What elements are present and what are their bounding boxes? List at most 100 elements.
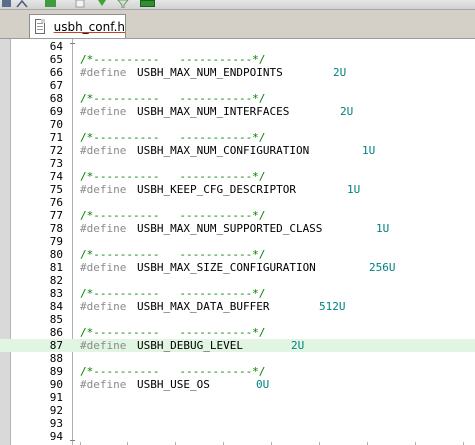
code-comment: /*---------- -----------*/ — [80, 326, 266, 339]
code-line[interactable]: 83 /*---------- -----------*/ — [0, 287, 475, 300]
macro-value: 2U — [340, 105, 354, 118]
code-line[interactable]: 84 #define USBH_MAX_DATA_BUFFER 512U — [0, 300, 475, 313]
code-line[interactable]: 78 #define USBH_MAX_NUM_SUPPORTED_CLASS 1U — [0, 222, 475, 235]
macro-value: 2U — [291, 339, 305, 352]
file-icon — [35, 19, 45, 34]
define-keyword: #define — [80, 144, 127, 157]
tab-usbh-conf[interactable]: usbh_conf.h — [29, 14, 126, 38]
line-number: 90 — [49, 378, 63, 391]
code-line[interactable]: 81 #define USBH_MAX_SIZE_CONFIGURATION 256U — [0, 261, 475, 274]
line-number: 74 — [49, 170, 63, 183]
macro-name: USBH_KEEP_CFG_DESCRIPTOR — [137, 183, 296, 196]
code-lines: 64 65 /*---------- -----------*/ 66 #define U… — [0, 40, 475, 443]
code-comment: /*---------- -----------*/ — [80, 248, 266, 261]
line-number: 91 — [49, 391, 63, 404]
code-line[interactable]: 92 — [0, 404, 475, 417]
macro-value: 1U — [362, 144, 376, 157]
macro-value: 2U — [333, 66, 347, 79]
line-number: 72 — [49, 144, 63, 157]
line-number: 69 — [49, 105, 63, 118]
code-line[interactable]: 66 #define USBH_MAX_NUM_ENDPOINTS 2U — [0, 66, 475, 79]
define-keyword: #define — [80, 300, 127, 313]
line-number: 73 — [49, 157, 63, 170]
code-line[interactable]: 72 #define USBH_MAX_NUM_CONFIGURATION 1U — [0, 144, 475, 157]
code-line[interactable]: 73 — [0, 157, 475, 170]
line-number: 65 — [49, 53, 63, 66]
line-number: 84 — [49, 300, 63, 313]
line-number: 92 — [49, 404, 63, 417]
line-number: 93 — [49, 417, 63, 430]
connect-icon[interactable] — [2, 0, 11, 7]
code-line[interactable]: 70 — [0, 118, 475, 131]
line-number: 76 — [49, 196, 63, 209]
current-code-line[interactable]: 87 #define USBH_DEBUG_LEVEL 2U — [0, 339, 475, 352]
code-line[interactable]: 64 — [0, 40, 475, 53]
line-number: 77 — [49, 209, 63, 222]
line-number: 75 — [49, 183, 63, 196]
macro-value: 0U — [256, 378, 270, 391]
code-editor[interactable]: 64 65 /*---------- -----------*/ 66 #define U… — [0, 39, 475, 445]
code-line[interactable]: 71 /*---------- -----------*/ — [0, 131, 475, 144]
code-comment: /*---------- -----------*/ — [80, 209, 266, 222]
line-number: 68 — [49, 92, 63, 105]
define-keyword: #define — [80, 183, 127, 196]
line-number: 88 — [49, 352, 63, 365]
macro-name: USBH_MAX_NUM_SUPPORTED_CLASS — [137, 222, 323, 235]
macro-value: 512U — [319, 300, 346, 313]
green-square-icon[interactable] — [45, 0, 56, 7]
macro-value: 256U — [369, 261, 396, 274]
line-number: 71 — [49, 131, 63, 144]
code-line[interactable]: 89 /*---------- -----------*/ — [0, 365, 475, 378]
blank-page-icon[interactable] — [74, 0, 87, 8]
line-number: 80 — [49, 248, 63, 261]
tools-icon[interactable] — [16, 0, 29, 8]
code-line[interactable]: 91 — [0, 391, 475, 404]
code-line[interactable]: 90 #define USBH_USE_OS 0U — [0, 378, 475, 391]
line-number: 70 — [49, 118, 63, 131]
code-line[interactable]: 69 #define USBH_MAX_NUM_INTERFACES 2U — [0, 105, 475, 118]
line-number: 85 — [49, 313, 63, 326]
code-line[interactable]: 80 /*---------- -----------*/ — [0, 248, 475, 261]
macro-name: USBH_MAX_SIZE_CONFIGURATION — [137, 261, 316, 274]
define-keyword: #define — [80, 105, 127, 118]
code-line[interactable]: 88 — [0, 352, 475, 365]
check-icon[interactable] — [140, 0, 155, 7]
tab-bar: usbh_conf.h — [0, 10, 475, 39]
code-line[interactable]: 68 /*---------- -----------*/ — [0, 92, 475, 105]
code-line[interactable]: 76 — [0, 196, 475, 209]
code-line[interactable]: 75 #define USBH_KEEP_CFG_DESCRIPTOR 1U — [0, 183, 475, 196]
macro-name: USBH_MAX_NUM_ENDPOINTS — [137, 66, 283, 79]
define-keyword: #define — [80, 66, 127, 79]
line-number: 78 — [49, 222, 63, 235]
macro-name: USBH_DEBUG_LEVEL — [137, 339, 243, 352]
funnel-icon[interactable] — [117, 0, 130, 8]
macro-name: USBH_MAX_NUM_CONFIGURATION — [137, 144, 310, 157]
code-line[interactable]: 67 — [0, 79, 475, 92]
code-comment: /*---------- -----------*/ — [80, 131, 266, 144]
define-keyword: #define — [80, 222, 127, 235]
toolbar — [0, 0, 475, 10]
code-line[interactable]: 86 /*---------- -----------*/ — [0, 326, 475, 339]
define-keyword: #define — [80, 339, 127, 352]
define-keyword: #define — [80, 378, 127, 391]
define-keyword: #define — [80, 261, 127, 274]
code-comment: /*---------- -----------*/ — [80, 53, 266, 66]
code-line[interactable]: 65 /*---------- -----------*/ — [0, 53, 475, 66]
code-line[interactable]: 79 — [0, 235, 475, 248]
code-comment: /*---------- -----------*/ — [80, 365, 266, 378]
line-number: 82 — [49, 274, 63, 287]
arrow-down-icon[interactable] — [96, 0, 109, 7]
code-comment: /*---------- -----------*/ — [80, 287, 266, 300]
macro-name: USBH_MAX_DATA_BUFFER — [137, 300, 270, 313]
line-number: 87 — [49, 339, 63, 352]
code-line[interactable]: 85 — [0, 313, 475, 326]
code-line[interactable]: 82 — [0, 274, 475, 287]
macro-value: 1U — [376, 222, 390, 235]
macro-name: USBH_USE_OS — [137, 378, 210, 391]
line-number: 67 — [49, 79, 63, 92]
code-line[interactable]: 93 — [0, 417, 475, 430]
code-comment: /*---------- -----------*/ — [80, 170, 266, 183]
code-line[interactable]: 74 /*---------- -----------*/ — [0, 170, 475, 183]
code-line[interactable]: 77 /*---------- -----------*/ — [0, 209, 475, 222]
code-comment: /*---------- -----------*/ — [80, 92, 266, 105]
